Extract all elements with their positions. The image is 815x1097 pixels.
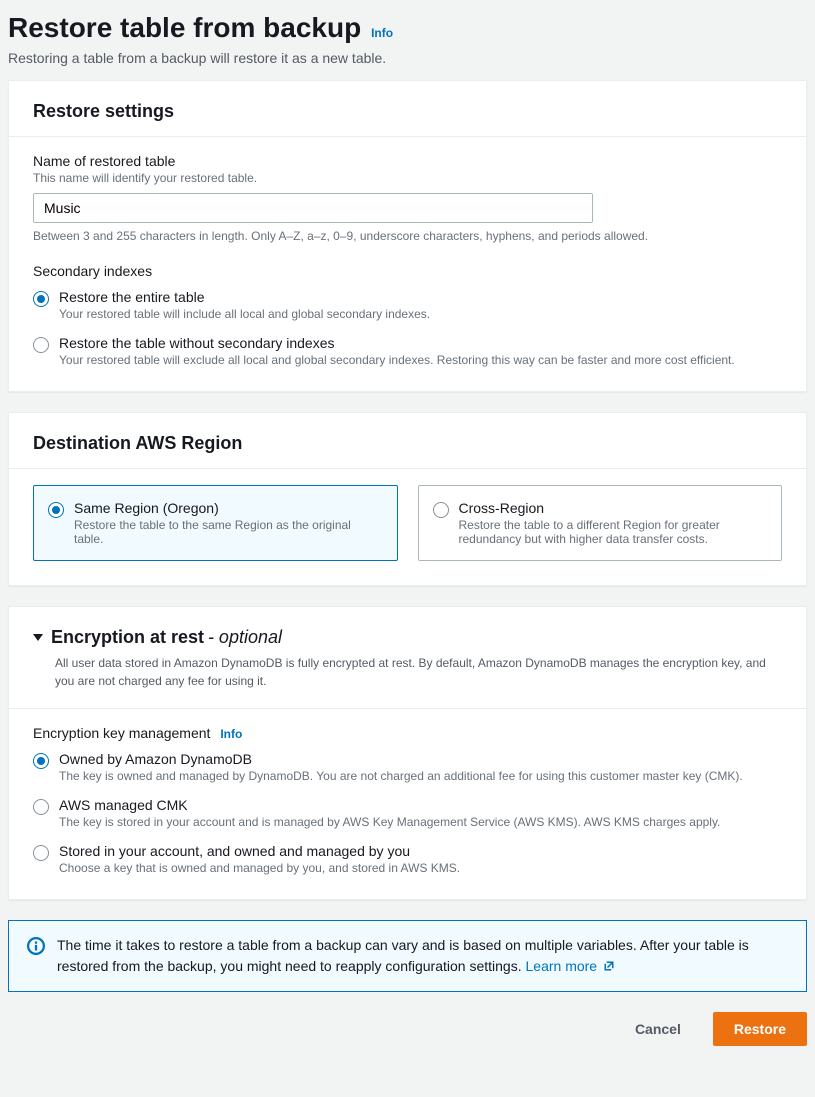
encryption-optional: - optional bbox=[208, 627, 282, 647]
learn-more-link[interactable]: Learn more bbox=[526, 958, 615, 974]
secondary-indexes-label: Secondary indexes bbox=[33, 263, 782, 279]
radio-unselected-icon bbox=[433, 502, 449, 518]
radio-unselected-icon bbox=[33, 337, 49, 353]
restore-settings-header: Restore settings bbox=[9, 81, 806, 137]
option-title: Stored in your account, and owned and ma… bbox=[59, 843, 460, 859]
destination-region-title: Destination AWS Region bbox=[33, 433, 782, 454]
table-name-input[interactable] bbox=[33, 193, 593, 223]
secondary-indexes-option-without[interactable]: Restore the table without secondary inde… bbox=[33, 335, 782, 367]
encryption-panel: Encryption at rest - optional All user d… bbox=[8, 606, 807, 900]
radio-unselected-icon bbox=[33, 845, 49, 861]
encryption-desc: All user data stored in Amazon DynamoDB … bbox=[55, 654, 782, 690]
encryption-option-customer-managed[interactable]: Stored in your account, and owned and ma… bbox=[33, 843, 782, 875]
option-title: Owned by Amazon DynamoDB bbox=[59, 751, 743, 767]
radio-selected-icon bbox=[33, 291, 49, 307]
region-tile-same[interactable]: Same Region (Oregon) Restore the table t… bbox=[33, 485, 398, 561]
option-desc: Choose a key that is owned and managed b… bbox=[59, 861, 460, 875]
option-title: Restore the entire table bbox=[59, 289, 430, 305]
table-name-label: Name of restored table bbox=[33, 153, 782, 169]
alert-text: The time it takes to restore a table fro… bbox=[57, 935, 788, 977]
table-name-hint: This name will identify your restored ta… bbox=[33, 171, 782, 185]
encryption-title: Encryption at rest bbox=[51, 627, 204, 647]
info-alert: The time it takes to restore a table fro… bbox=[8, 920, 807, 992]
encryption-option-owned-dynamodb[interactable]: Owned by Amazon DynamoDB The key is owne… bbox=[33, 751, 782, 783]
page-title: Restore table from backup bbox=[8, 12, 361, 43]
external-link-icon bbox=[603, 960, 615, 972]
radio-selected-icon bbox=[33, 753, 49, 769]
destination-region-panel: Destination AWS Region Same Region (Oreg… bbox=[8, 412, 807, 586]
caret-down-icon bbox=[33, 634, 43, 641]
radio-selected-icon bbox=[48, 502, 64, 518]
option-desc: Your restored table will exclude all loc… bbox=[59, 353, 735, 367]
tile-title: Same Region (Oregon) bbox=[74, 500, 383, 516]
encryption-header: Encryption at rest - optional All user d… bbox=[9, 607, 806, 708]
option-desc: Your restored table will include all loc… bbox=[59, 307, 430, 321]
info-link[interactable]: Info bbox=[371, 26, 393, 40]
region-tiles: Same Region (Oregon) Restore the table t… bbox=[33, 485, 782, 561]
region-tile-cross[interactable]: Cross-Region Restore the table to a diff… bbox=[418, 485, 783, 561]
learn-more-label: Learn more bbox=[526, 958, 598, 974]
destination-region-body: Same Region (Oregon) Restore the table t… bbox=[9, 469, 806, 585]
page-header: Restore table from backup Info Restoring… bbox=[8, 8, 807, 80]
footer-actions: Cancel Restore bbox=[8, 1012, 807, 1054]
restore-settings-body: Name of restored table This name will id… bbox=[9, 137, 806, 391]
info-link[interactable]: Info bbox=[220, 727, 242, 741]
key-mgmt-label-row: Encryption key management Info bbox=[33, 725, 782, 741]
tile-title: Cross-Region bbox=[459, 500, 768, 516]
encryption-body: Encryption key management Info Owned by … bbox=[9, 709, 806, 899]
cancel-button[interactable]: Cancel bbox=[615, 1012, 701, 1046]
tile-desc: Restore the table to the same Region as … bbox=[74, 518, 383, 546]
restore-settings-panel: Restore settings Name of restored table … bbox=[8, 80, 807, 392]
alert-message: The time it takes to restore a table fro… bbox=[57, 937, 749, 974]
info-icon bbox=[27, 937, 45, 955]
restore-button[interactable]: Restore bbox=[713, 1012, 807, 1046]
encryption-toggle[interactable]: Encryption at rest - optional bbox=[33, 627, 782, 648]
option-desc: The key is stored in your account and is… bbox=[59, 815, 720, 829]
radio-unselected-icon bbox=[33, 799, 49, 815]
page-subtitle: Restoring a table from a backup will res… bbox=[8, 50, 807, 66]
key-mgmt-label: Encryption key management bbox=[33, 725, 210, 741]
option-title: Restore the table without secondary inde… bbox=[59, 335, 735, 351]
destination-region-header: Destination AWS Region bbox=[9, 413, 806, 469]
option-title: AWS managed CMK bbox=[59, 797, 720, 813]
table-name-constraint: Between 3 and 255 characters in length. … bbox=[33, 229, 782, 243]
page-root: Restore table from backup Info Restoring… bbox=[0, 0, 815, 1062]
encryption-option-aws-managed[interactable]: AWS managed CMK The key is stored in you… bbox=[33, 797, 782, 829]
restore-settings-title: Restore settings bbox=[33, 101, 782, 122]
option-desc: The key is owned and managed by DynamoDB… bbox=[59, 769, 743, 783]
tile-desc: Restore the table to a different Region … bbox=[459, 518, 768, 546]
secondary-indexes-option-entire[interactable]: Restore the entire table Your restored t… bbox=[33, 289, 782, 321]
